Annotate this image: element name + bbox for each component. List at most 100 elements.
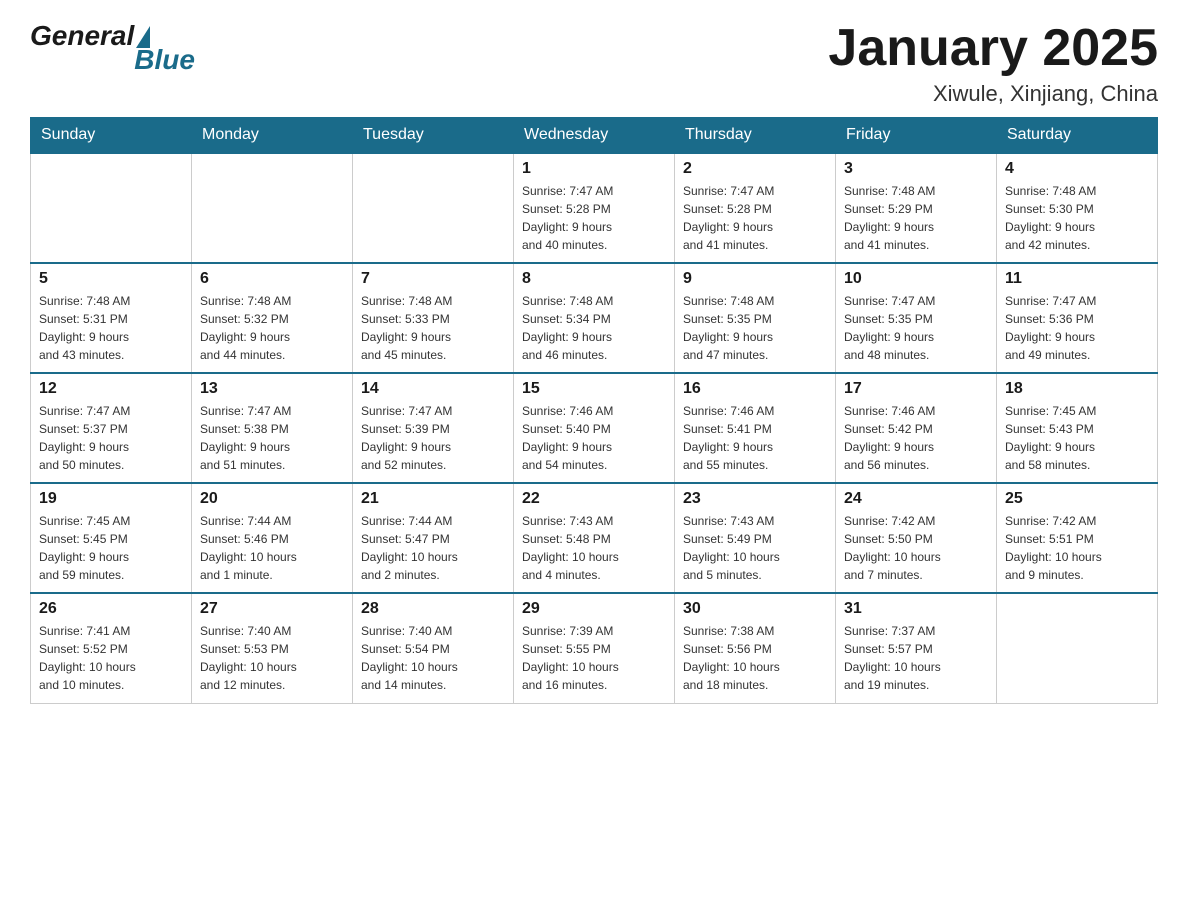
day-number: 13 xyxy=(200,380,344,398)
calendar-cell: 22Sunrise: 7:43 AM Sunset: 5:48 PM Dayli… xyxy=(514,483,675,593)
calendar-header-sunday: Sunday xyxy=(31,118,192,154)
day-number: 31 xyxy=(844,600,988,618)
logo-blue-text: Blue xyxy=(134,44,195,76)
day-info: Sunrise: 7:48 AM Sunset: 5:31 PM Dayligh… xyxy=(39,292,183,364)
title-area: January 2025 Xiwule, Xinjiang, China xyxy=(828,20,1158,107)
calendar-week-1: 1 Sunrise: 7:47 AM Sunset: 5:28 PM Daylig… xyxy=(31,153,1158,263)
day-number: 11 xyxy=(1005,270,1149,288)
calendar-cell: 15Sunrise: 7:46 AM Sunset: 5:40 PM Dayli… xyxy=(514,373,675,483)
day-number: 19 xyxy=(39,490,183,508)
day-info: Sunrise: 7:48 AM Sunset: 5:30 PM Dayligh… xyxy=(1005,182,1149,254)
day-number: 10 xyxy=(844,270,988,288)
calendar-cell: 30Sunrise: 7:38 AM Sunset: 5:56 PM Dayli… xyxy=(675,593,836,703)
day-info: Sunrise: 7:43 AM Sunset: 5:48 PM Dayligh… xyxy=(522,512,666,584)
day-info: Sunrise: 7:47 AM Sunset: 5:28 PM Dayligh… xyxy=(522,182,666,254)
calendar-header-wednesday: Wednesday xyxy=(514,118,675,154)
calendar-cell: 3 Sunrise: 7:48 AM Sunset: 5:29 PM Daylig… xyxy=(836,153,997,263)
day-number: 18 xyxy=(1005,380,1149,398)
day-info: Sunrise: 7:47 AM Sunset: 5:38 PM Dayligh… xyxy=(200,402,344,474)
day-info: Sunrise: 7:48 AM Sunset: 5:35 PM Dayligh… xyxy=(683,292,827,364)
day-info: Sunrise: 7:39 AM Sunset: 5:55 PM Dayligh… xyxy=(522,622,666,694)
day-info: Sunrise: 7:45 AM Sunset: 5:45 PM Dayligh… xyxy=(39,512,183,584)
calendar-cell: 13 Sunrise: 7:47 AM Sunset: 5:38 PM Dayli… xyxy=(192,373,353,483)
day-info: Sunrise: 7:45 AM Sunset: 5:43 PM Dayligh… xyxy=(1005,402,1149,474)
day-number: 2 xyxy=(683,160,827,178)
calendar-cell: 19 Sunrise: 7:45 AM Sunset: 5:45 PM Dayli… xyxy=(31,483,192,593)
calendar-header-thursday: Thursday xyxy=(675,118,836,154)
calendar-week-4: 19 Sunrise: 7:45 AM Sunset: 5:45 PM Dayli… xyxy=(31,483,1158,593)
day-info: Sunrise: 7:41 AM Sunset: 5:52 PM Dayligh… xyxy=(39,622,183,694)
day-info: Sunrise: 7:42 AM Sunset: 5:50 PM Dayligh… xyxy=(844,512,988,584)
day-info: Sunrise: 7:48 AM Sunset: 5:29 PM Dayligh… xyxy=(844,182,988,254)
calendar-cell: 2 Sunrise: 7:47 AM Sunset: 5:28 PM Daylig… xyxy=(675,153,836,263)
calendar-cell: 1 Sunrise: 7:47 AM Sunset: 5:28 PM Daylig… xyxy=(514,153,675,263)
day-number: 23 xyxy=(683,490,827,508)
day-info: Sunrise: 7:48 AM Sunset: 5:34 PM Dayligh… xyxy=(522,292,666,364)
day-info: Sunrise: 7:47 AM Sunset: 5:28 PM Dayligh… xyxy=(683,182,827,254)
calendar-week-5: 26 Sunrise: 7:41 AM Sunset: 5:52 PM Dayli… xyxy=(31,593,1158,703)
day-number: 26 xyxy=(39,600,183,618)
day-number: 16 xyxy=(683,380,827,398)
calendar-cell: 11 Sunrise: 7:47 AM Sunset: 5:36 PM Dayli… xyxy=(997,263,1158,373)
day-number: 15 xyxy=(522,380,666,398)
calendar-cell: 5 Sunrise: 7:48 AM Sunset: 5:31 PM Daylig… xyxy=(31,263,192,373)
calendar-cell: 12 Sunrise: 7:47 AM Sunset: 5:37 PM Dayli… xyxy=(31,373,192,483)
day-number: 28 xyxy=(361,600,505,618)
day-number: 25 xyxy=(1005,490,1149,508)
month-title: January 2025 xyxy=(828,20,1158,77)
day-info: Sunrise: 7:47 AM Sunset: 5:36 PM Dayligh… xyxy=(1005,292,1149,364)
calendar-table: SundayMondayTuesdayWednesdayThursdayFrid… xyxy=(30,117,1158,704)
calendar-header-friday: Friday xyxy=(836,118,997,154)
calendar-cell: 25Sunrise: 7:42 AM Sunset: 5:51 PM Dayli… xyxy=(997,483,1158,593)
calendar-cell: 10 Sunrise: 7:47 AM Sunset: 5:35 PM Dayli… xyxy=(836,263,997,373)
calendar-header-saturday: Saturday xyxy=(997,118,1158,154)
calendar-cell: 7 Sunrise: 7:48 AM Sunset: 5:33 PM Daylig… xyxy=(353,263,514,373)
calendar-cell xyxy=(192,153,353,263)
calendar-cell: 20 Sunrise: 7:44 AM Sunset: 5:46 PM Dayli… xyxy=(192,483,353,593)
calendar-cell: 26 Sunrise: 7:41 AM Sunset: 5:52 PM Dayli… xyxy=(31,593,192,703)
day-number: 29 xyxy=(522,600,666,618)
day-info: Sunrise: 7:47 AM Sunset: 5:39 PM Dayligh… xyxy=(361,402,505,474)
calendar-cell: 6 Sunrise: 7:48 AM Sunset: 5:32 PM Daylig… xyxy=(192,263,353,373)
day-number: 6 xyxy=(200,270,344,288)
day-info: Sunrise: 7:44 AM Sunset: 5:46 PM Dayligh… xyxy=(200,512,344,584)
day-number: 30 xyxy=(683,600,827,618)
day-info: Sunrise: 7:46 AM Sunset: 5:41 PM Dayligh… xyxy=(683,402,827,474)
day-number: 24 xyxy=(844,490,988,508)
page-header: General General Blue January 2025 Xiwule… xyxy=(30,20,1158,107)
calendar-cell: 4 Sunrise: 7:48 AM Sunset: 5:30 PM Daylig… xyxy=(997,153,1158,263)
calendar-cell: 16 Sunrise: 7:46 AM Sunset: 5:41 PM Dayli… xyxy=(675,373,836,483)
calendar-cell xyxy=(997,593,1158,703)
day-info: Sunrise: 7:37 AM Sunset: 5:57 PM Dayligh… xyxy=(844,622,988,694)
calendar-cell: 31 Sunrise: 7:37 AM Sunset: 5:57 PM Dayli… xyxy=(836,593,997,703)
day-number: 7 xyxy=(361,270,505,288)
day-number: 12 xyxy=(39,380,183,398)
day-number: 20 xyxy=(200,490,344,508)
calendar-cell: 23Sunrise: 7:43 AM Sunset: 5:49 PM Dayli… xyxy=(675,483,836,593)
day-info: Sunrise: 7:47 AM Sunset: 5:37 PM Dayligh… xyxy=(39,402,183,474)
day-number: 4 xyxy=(1005,160,1149,178)
calendar-cell: 9 Sunrise: 7:48 AM Sunset: 5:35 PM Daylig… xyxy=(675,263,836,373)
calendar-header-monday: Monday xyxy=(192,118,353,154)
calendar-cell: 29 Sunrise: 7:39 AM Sunset: 5:55 PM Dayli… xyxy=(514,593,675,703)
day-number: 1 xyxy=(522,160,666,178)
day-number: 9 xyxy=(683,270,827,288)
day-number: 8 xyxy=(522,270,666,288)
day-number: 3 xyxy=(844,160,988,178)
day-info: Sunrise: 7:40 AM Sunset: 5:54 PM Dayligh… xyxy=(361,622,505,694)
location-text: Xiwule, Xinjiang, China xyxy=(828,81,1158,107)
calendar-cell: 18 Sunrise: 7:45 AM Sunset: 5:43 PM Dayli… xyxy=(997,373,1158,483)
day-number: 5 xyxy=(39,270,183,288)
calendar-cell: 21Sunrise: 7:44 AM Sunset: 5:47 PM Dayli… xyxy=(353,483,514,593)
calendar-week-2: 5 Sunrise: 7:48 AM Sunset: 5:31 PM Daylig… xyxy=(31,263,1158,373)
day-info: Sunrise: 7:48 AM Sunset: 5:32 PM Dayligh… xyxy=(200,292,344,364)
calendar-cell xyxy=(31,153,192,263)
day-info: Sunrise: 7:47 AM Sunset: 5:35 PM Dayligh… xyxy=(844,292,988,364)
day-info: Sunrise: 7:48 AM Sunset: 5:33 PM Dayligh… xyxy=(361,292,505,364)
calendar-week-3: 12 Sunrise: 7:47 AM Sunset: 5:37 PM Dayli… xyxy=(31,373,1158,483)
day-info: Sunrise: 7:40 AM Sunset: 5:53 PM Dayligh… xyxy=(200,622,344,694)
calendar-cell xyxy=(353,153,514,263)
calendar-cell: 24 Sunrise: 7:42 AM Sunset: 5:50 PM Dayli… xyxy=(836,483,997,593)
day-number: 14 xyxy=(361,380,505,398)
day-number: 17 xyxy=(844,380,988,398)
